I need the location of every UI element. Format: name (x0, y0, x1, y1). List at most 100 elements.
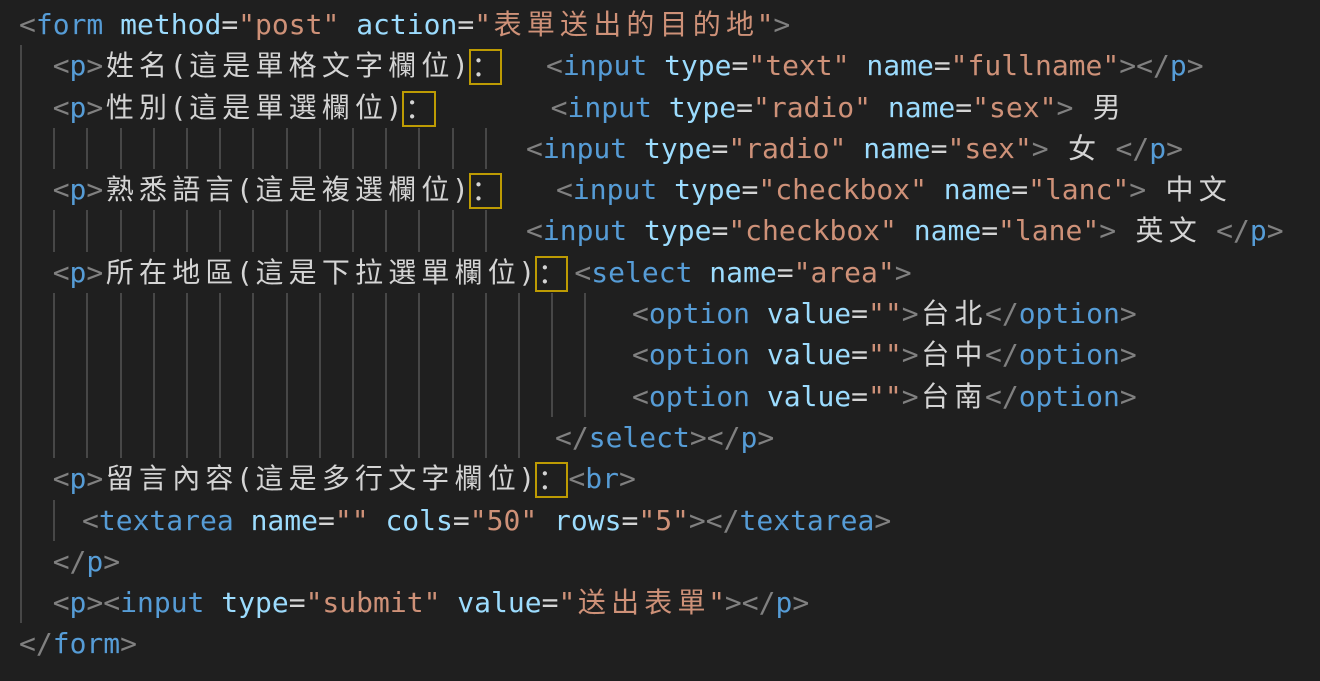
alignment-whitespace (502, 74, 546, 75)
cjk-char: 中 (952, 334, 985, 375)
cjk-char: 文 (386, 458, 419, 499)
code-token: value (767, 380, 851, 413)
code-line[interactable]: <input type="checkbox" name="lane"> 英文 <… (0, 210, 1320, 251)
indent-guide (53, 417, 55, 458)
code-token: name (866, 49, 933, 82)
code-token (750, 338, 767, 371)
indent-guide (20, 417, 22, 458)
indent-guide (219, 334, 221, 375)
code-token: = (457, 8, 474, 41)
code-token: > (1099, 214, 1116, 247)
code-token: < (53, 462, 70, 495)
code-token: value (767, 297, 851, 330)
code-token: input (563, 49, 647, 82)
indent-guide (319, 293, 321, 334)
code-line[interactable]: <p>留言內容(這是多行文字欄位)：<br> (0, 458, 1320, 499)
code-line[interactable]: <p>姓名(這是單格文字欄位)：<input type="text" name=… (0, 45, 1320, 86)
cjk-char: 語 (170, 169, 203, 210)
code-line[interactable]: <option value="">台中</option> (0, 334, 1320, 375)
code-token: form (36, 8, 103, 41)
code-token: = (1011, 173, 1028, 206)
code-token: ></ (690, 421, 741, 454)
code-line[interactable]: <option value="">台北</option> (0, 293, 1320, 334)
leading-whitespace (19, 405, 632, 406)
code-line[interactable]: <textarea name="" cols="50" rows="5"></t… (0, 500, 1320, 541)
indent-guide (20, 87, 22, 128)
code-token: </ (1216, 214, 1250, 247)
code-token: p (1250, 214, 1267, 247)
code-editor[interactable]: <form method="post" action="表單送出的目的地"><p… (0, 0, 1320, 681)
code-token: 台中 (919, 338, 985, 371)
unicode-highlight-box: ： (535, 462, 568, 498)
leading-whitespace (19, 74, 53, 75)
code-token: > (874, 504, 891, 537)
cjk-char: 地 (170, 252, 203, 293)
code-token: = (851, 338, 868, 371)
code-token: input (568, 91, 652, 124)
indent-guide (20, 252, 22, 293)
indent-guide (120, 376, 122, 417)
code-line[interactable]: <p>所在地區(這是下拉選單欄位)：<select name="area"> (0, 252, 1320, 293)
cjk-char: 北 (952, 293, 985, 334)
cjk-char: 欄 (386, 45, 419, 86)
code-line[interactable]: </p> (0, 541, 1320, 582)
code-token: > (895, 256, 912, 289)
code-token: "submit" (306, 586, 441, 619)
code-token: < (19, 8, 36, 41)
code-token: p (70, 49, 87, 82)
indent-guide (252, 293, 254, 334)
indent-guide (485, 210, 487, 251)
cjk-char: 位 (419, 169, 452, 210)
indent-guide (286, 376, 288, 417)
code-token: "lanc" (1028, 173, 1129, 206)
code-token (537, 504, 554, 537)
cjk-char: 姓 (103, 45, 136, 86)
code-token: < (53, 91, 70, 124)
indent-guide (20, 458, 22, 499)
code-line[interactable]: </form> (0, 623, 1320, 664)
code-token: > (1166, 132, 1183, 165)
cjk-char: 內 (170, 458, 203, 499)
indent-guide (53, 334, 55, 375)
alignment-whitespace (436, 116, 551, 117)
indent-guide (385, 334, 387, 375)
indent-guide (20, 376, 22, 417)
indent-guide (219, 128, 221, 169)
cjk-char: 文 (319, 45, 352, 86)
code-token (627, 214, 644, 247)
cjk-char: 選 (286, 87, 319, 128)
code-line[interactable]: <p><input type="submit" value="送出表單"></p… (0, 582, 1320, 623)
code-line[interactable]: <p>性別(這是單選欄位)：<input type="radio" name="… (0, 87, 1320, 128)
code-token: p (740, 421, 757, 454)
code-token: textarea (99, 504, 234, 537)
code-token: ></ (1119, 49, 1170, 82)
code-token: "radio" (728, 132, 846, 165)
cjk-char: 複 (319, 169, 352, 210)
code-token: > (86, 173, 103, 206)
code-token (234, 504, 251, 537)
cjk-char: 南 (952, 376, 985, 417)
cjk-char: 出 (591, 4, 624, 45)
indent-guide (551, 334, 553, 375)
indent-guide (418, 334, 420, 375)
cjk-char: 是 (286, 252, 319, 293)
code-line[interactable]: <option value="">台南</option> (0, 376, 1320, 417)
indent-guide (20, 334, 22, 375)
cjk-char: 表 (642, 582, 675, 623)
code-line[interactable]: <form method="post" action="表單送出的目的地"> (0, 4, 1320, 45)
cjk-char: 地 (723, 4, 756, 45)
indent-guide (418, 417, 420, 458)
cjk-char: 位 (352, 87, 385, 128)
code-token: name (863, 132, 930, 165)
indent-guide (186, 210, 188, 251)
code-token: < (632, 380, 649, 413)
code-line[interactable]: <p>熟悉語言(這是複選欄位)：<input type="checkbox" n… (0, 169, 1320, 210)
indent-guide (86, 417, 88, 458)
code-token: "sex" (972, 91, 1056, 124)
cjk-char: 欄 (452, 458, 485, 499)
code-line[interactable]: </select></p> (0, 417, 1320, 458)
indent-guide (86, 293, 88, 334)
code-line[interactable]: <input type="radio" name="sex"> 女 </p> (0, 128, 1320, 169)
code-token: > (1032, 132, 1049, 165)
code-token: 男 (1073, 91, 1123, 124)
